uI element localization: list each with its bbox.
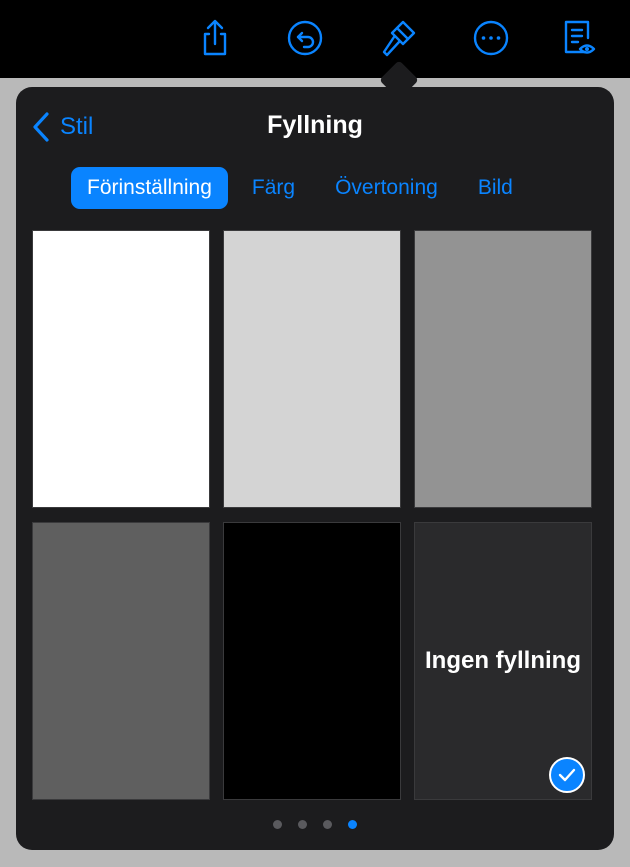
fill-swatch-dark-gray[interactable] [32, 522, 210, 800]
fill-tabs: Förinställning Färg Övertoning Bild [71, 167, 537, 209]
fill-popover: Stil Fyllning Förinställning Färg Överto… [16, 87, 614, 850]
top-toolbar [0, 0, 630, 78]
format-brush-icon[interactable] [378, 18, 418, 58]
page-dot[interactable] [323, 820, 332, 829]
share-icon[interactable] [195, 18, 235, 58]
undo-icon[interactable] [285, 18, 325, 58]
fill-swatch-white[interactable] [32, 230, 210, 508]
popover-title: Fyllning [267, 111, 363, 139]
fill-swatch-gray[interactable] [414, 230, 592, 508]
fill-swatch-light-gray[interactable] [223, 230, 401, 508]
reader-view-icon[interactable] [560, 18, 600, 58]
fill-swatch-black[interactable] [223, 522, 401, 800]
page-dot-current[interactable] [348, 820, 357, 829]
tab-preset[interactable]: Förinställning [71, 167, 228, 209]
tab-gradient[interactable]: Övertoning [319, 167, 454, 209]
page-dot[interactable] [298, 820, 307, 829]
no-fill-label: Ingen fyllning [425, 647, 581, 674]
page-indicator [16, 820, 614, 829]
page-dot[interactable] [273, 820, 282, 829]
more-icon[interactable] [471, 18, 511, 58]
tab-color[interactable]: Färg [236, 167, 311, 209]
checkmark-icon [549, 757, 585, 793]
tab-image[interactable]: Bild [462, 167, 529, 209]
fill-swatch-no-fill[interactable]: Ingen fyllning [414, 522, 592, 800]
